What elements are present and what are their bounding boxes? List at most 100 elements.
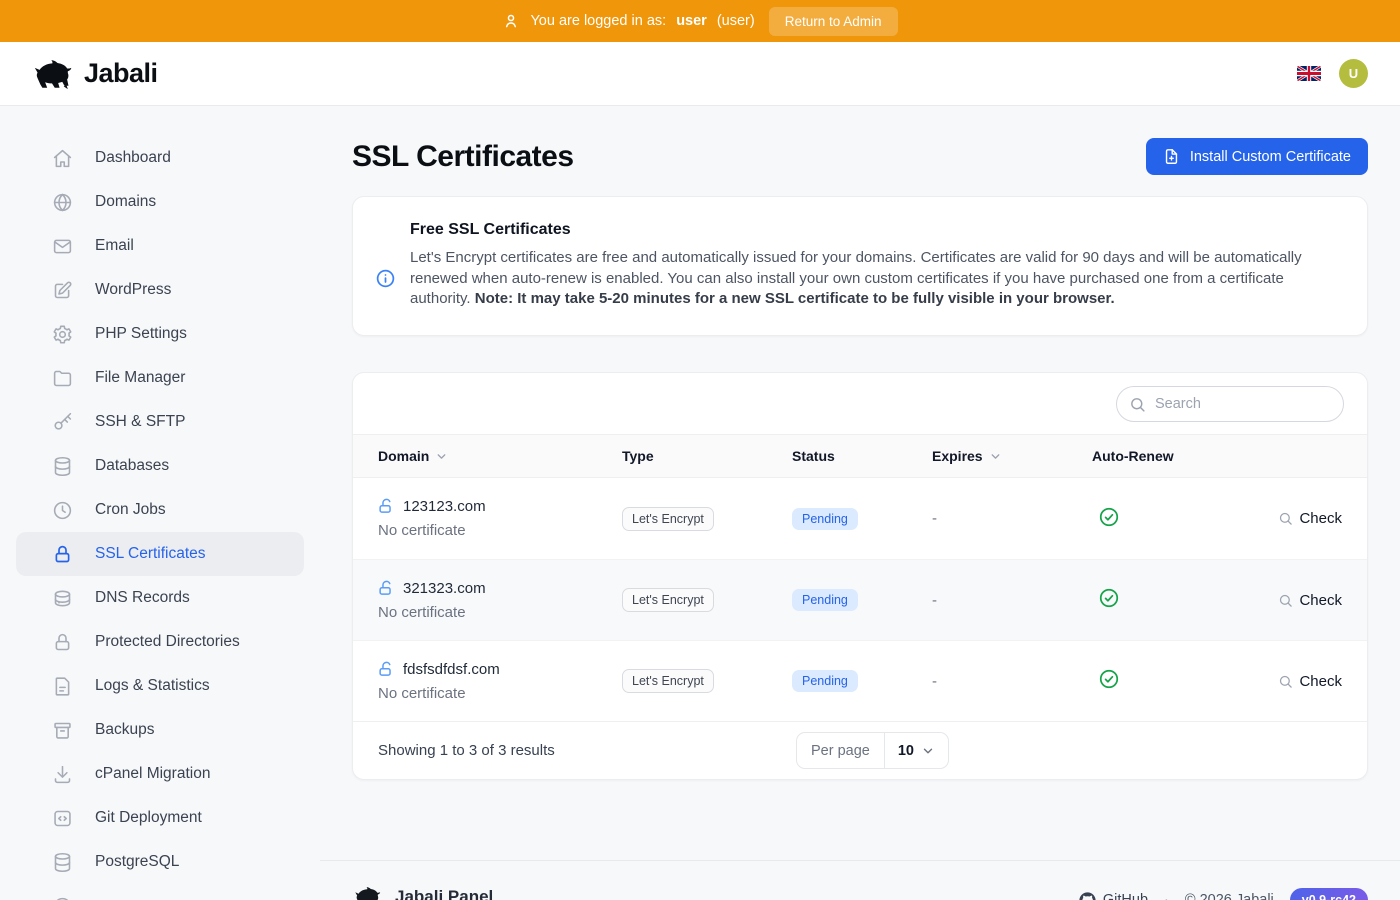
sidebar-item-file-manager[interactable]: File Manager — [16, 356, 304, 400]
per-page-value: 10 — [898, 743, 914, 759]
search-icon — [1278, 674, 1293, 689]
per-page-control: Per page 10 — [796, 732, 949, 769]
sidebar-item-domains[interactable]: Domains — [16, 180, 304, 224]
type-badge: Let's Encrypt — [622, 507, 714, 531]
domain-name: 123123.com — [403, 498, 486, 515]
impersonation-bar: You are logged in as: user (user) Return… — [0, 0, 1400, 42]
type-badge: Let's Encrypt — [622, 669, 714, 693]
unlock-icon — [378, 580, 395, 597]
sidebar-item-ssl-certificates[interactable]: SSL Certificates — [16, 532, 304, 576]
github-icon — [1079, 892, 1096, 900]
chevron-down-icon — [435, 450, 448, 463]
sidebar-item-backups[interactable]: Backups — [16, 708, 304, 752]
table-row: fdsfsdfdsf.com No certificate Let's Encr… — [353, 640, 1367, 721]
install-custom-certificate-button[interactable]: Install Custom Certificate — [1146, 138, 1368, 175]
sidebar-item-logs-statistics[interactable]: Logs & Statistics — [16, 664, 304, 708]
check-button[interactable]: Check — [1278, 592, 1342, 609]
check-circle-icon — [1098, 587, 1120, 609]
search-icon — [1278, 593, 1293, 608]
domain-name: 321323.com — [403, 580, 486, 597]
sidebar-item-label: Backups — [95, 721, 154, 739]
check-label: Check — [1299, 673, 1342, 690]
expires-value: - — [932, 510, 1092, 527]
status-badge: Pending — [792, 589, 858, 611]
database-icon — [52, 456, 73, 477]
logged-in-role: (user) — [717, 13, 755, 29]
chevron-down-icon — [989, 450, 1002, 463]
column-header-domain[interactable]: Domain — [378, 448, 622, 464]
check-circle-icon — [1098, 668, 1120, 690]
version-badge: v0.9-rc42 — [1290, 888, 1368, 900]
page-footer: Jabali Panel GitHub · © 2026 Jabali v0.9… — [320, 860, 1400, 900]
boar-logo-icon — [30, 57, 74, 91]
sidebar-item-wordpress[interactable]: WordPress — [16, 268, 304, 312]
sidebar-item-dns-records[interactable]: DNS Records — [16, 576, 304, 620]
server-icon — [52, 588, 73, 609]
column-header-auto-renew: Auto-Renew — [1092, 448, 1242, 464]
column-label: Expires — [932, 448, 983, 464]
install-button-label: Install Custom Certificate — [1190, 149, 1351, 165]
download-icon — [52, 764, 73, 785]
return-to-admin-button[interactable]: Return to Admin — [769, 7, 898, 36]
sidebar-item-label: File Manager — [95, 369, 185, 387]
check-label: Check — [1299, 510, 1342, 527]
mail-icon — [52, 236, 73, 257]
info-box-body: Let's Encrypt certificates are free and … — [410, 248, 1341, 310]
sidebar-item-label: Dashboard — [95, 149, 171, 167]
sidebar-item-label: Cron Jobs — [95, 501, 166, 519]
unlock-icon — [378, 498, 395, 515]
domain-name: fdsfsdfdsf.com — [403, 661, 500, 678]
sidebar-item-label: PHP Settings — [95, 325, 187, 343]
main-content: SSL Certificates Install Custom Certific… — [320, 106, 1400, 900]
sidebar-item-cpanel-migration[interactable]: cPanel Migration — [16, 752, 304, 796]
lock-icon — [52, 632, 73, 653]
search-icon — [1278, 511, 1293, 526]
column-label: Status — [792, 448, 835, 464]
key-icon — [52, 412, 73, 433]
sidebar-item-databases[interactable]: Databases — [16, 444, 304, 488]
footer-separator: · — [1164, 892, 1169, 900]
brand[interactable]: Jabali — [30, 57, 158, 91]
sidebar-item-label: Domains — [95, 193, 156, 211]
app-header: Jabali U — [0, 42, 1400, 106]
gear-icon — [52, 324, 73, 345]
sidebar-item-ssh-sftp[interactable]: SSH & SFTP — [16, 400, 304, 444]
check-button[interactable]: Check — [1278, 673, 1342, 690]
github-link[interactable]: GitHub — [1079, 892, 1148, 900]
certificates-table-card: Domain Type Status Expires Auto-Renew — [352, 372, 1368, 780]
column-header-expires[interactable]: Expires — [932, 448, 1092, 464]
check-button[interactable]: Check — [1278, 510, 1342, 527]
file-plus-icon — [1163, 148, 1180, 165]
clock-icon — [52, 500, 73, 521]
sidebar-item-dashboard[interactable]: Dashboard — [16, 136, 304, 180]
type-badge: Let's Encrypt — [622, 588, 714, 612]
sidebar-item-label: SSL Certificates — [95, 545, 206, 563]
sidebar-item-label: Logs & Statistics — [95, 677, 210, 695]
file-text-icon — [52, 676, 73, 697]
sidebar-item-git-deployment[interactable]: Git Deployment — [16, 796, 304, 840]
sidebar-item-email[interactable]: Email — [16, 224, 304, 268]
language-flag-icon[interactable] — [1297, 66, 1321, 81]
info-box-note: Note: It may take 5-20 minutes for a new… — [475, 290, 1115, 307]
status-badge: Pending — [792, 670, 858, 692]
sidebar-item-label: PostgreSQL — [95, 853, 179, 871]
archive-icon — [52, 720, 73, 741]
sidebar-item-partial[interactable] — [16, 884, 304, 900]
sidebar-item-cron-jobs[interactable]: Cron Jobs — [16, 488, 304, 532]
sidebar-item-protected-directories[interactable]: Protected Directories — [16, 620, 304, 664]
user-avatar[interactable]: U — [1339, 59, 1368, 88]
status-badge: Pending — [792, 508, 858, 530]
free-ssl-info-box: Free SSL Certificates Let's Encrypt cert… — [352, 196, 1368, 336]
per-page-select[interactable]: 10 — [885, 733, 948, 768]
search-input[interactable] — [1116, 386, 1344, 422]
results-summary: Showing 1 to 3 of 3 results — [378, 742, 796, 759]
certificate-subtitle: No certificate — [378, 685, 622, 702]
logged-in-message: You are logged in as: user (user) — [502, 12, 754, 30]
sidebar-item-php-settings[interactable]: PHP Settings — [16, 312, 304, 356]
info-box-title: Free SSL Certificates — [410, 221, 1341, 239]
table-row: 321323.com No certificate Let's Encrypt … — [353, 559, 1367, 640]
column-header-status: Status — [792, 448, 932, 464]
sidebar-item-postgresql[interactable]: PostgreSQL — [16, 840, 304, 884]
expires-value: - — [932, 592, 1092, 609]
table-row: 123123.com No certificate Let's Encrypt … — [353, 478, 1367, 559]
